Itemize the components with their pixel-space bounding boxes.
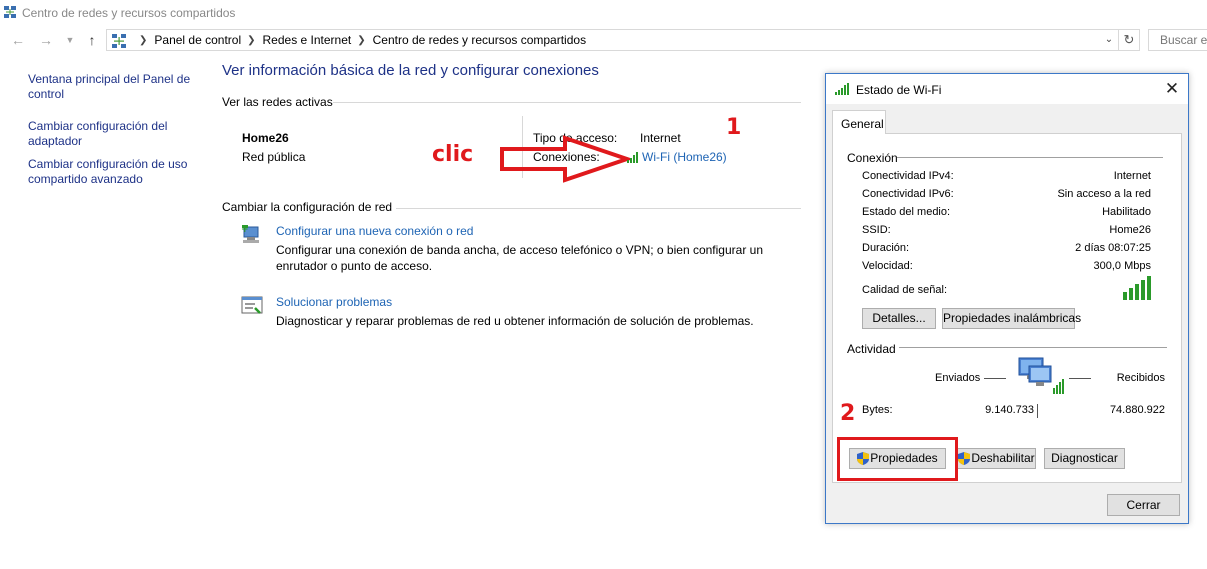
received-label: Recibidos [1116, 372, 1165, 384]
sidebar-item-adapter-settings[interactable]: Cambiar configuración del adaptador [28, 119, 203, 149]
ipv4-value: Internet [1113, 170, 1151, 182]
breadcrumb-item-network-center[interactable]: Centro de redes y recursos compartidos [373, 33, 586, 47]
wifi-connection-link[interactable]: Wi-Fi (Home26) [627, 150, 727, 164]
signal-bars-icon [1123, 276, 1151, 300]
bytes-sent-value: 9.140.733 [985, 404, 1034, 416]
details-button[interactable]: Detalles... [862, 308, 936, 329]
media-state-value: Habilitado [1102, 206, 1151, 218]
page-title: Ver información básica de la red y confi… [222, 62, 599, 79]
tab-general[interactable]: General [832, 110, 886, 134]
divider [333, 102, 801, 103]
network-computers-icon [1018, 357, 1064, 394]
sidebar-item-advanced-sharing[interactable]: Cambiar configuración de uso compartido … [28, 157, 203, 187]
breadcrumb-item-network-internet[interactable]: Redes e Internet [263, 33, 352, 47]
disable-button-label: Deshabilitar [971, 451, 1035, 465]
network-name: Home26 [242, 131, 289, 145]
chevron-right-icon: ❯ [247, 34, 256, 46]
change-settings-label: Cambiar la configuración de red [222, 200, 393, 214]
task-troubleshoot-link[interactable]: Solucionar problemas [276, 295, 392, 309]
connection-group-label: Conexión [847, 151, 898, 165]
task-new-connection-link[interactable]: Configurar una nueva conexión o red [276, 224, 473, 238]
new-connection-icon: + [241, 225, 259, 243]
chevron-right-icon: ❯ [139, 34, 148, 46]
search-input[interactable]: Buscar en [1148, 29, 1207, 51]
chevron-down-icon[interactable]: ▼ [62, 32, 78, 48]
ssid-value: Home26 [1109, 224, 1151, 236]
divider [897, 157, 1163, 158]
close-icon[interactable]: ✕ [1162, 79, 1182, 99]
svg-text:+: + [241, 225, 249, 235]
divider [1037, 404, 1038, 418]
dialog-title: Estado de Wi-Fi [856, 83, 942, 97]
breadcrumb: ❯ Panel de control ❯ Redes e Internet ❯ … [133, 33, 586, 47]
network-center-icon [112, 34, 126, 48]
ssid-label: SSID: [862, 224, 891, 236]
signal-quality-label: Calidad de señal: [862, 284, 948, 296]
window-title: Centro de redes y recursos compartidos [22, 6, 236, 20]
duration-value: 2 días 08:07:25 [1075, 242, 1151, 254]
annotation-step-1: 1 [726, 115, 742, 140]
annotation-highlight-box [837, 437, 958, 481]
annotation-arrow [500, 135, 631, 183]
forward-arrow-icon[interactable]: → [38, 32, 54, 48]
back-arrow-icon[interactable]: ← [10, 32, 26, 48]
divider [1069, 378, 1091, 379]
annotation-clic: clic [432, 142, 474, 167]
chevron-right-icon: ❯ [357, 34, 366, 46]
signal-bars-icon [627, 151, 638, 163]
speed-value: 300,0 Mbps [1093, 260, 1151, 272]
address-dropdown-icon[interactable]: ⌄ [1100, 29, 1118, 51]
divider [396, 208, 801, 209]
window-titlebar: Centro de redes y recursos compartidos [0, 0, 1207, 26]
network-profile[interactable]: Red pública [242, 150, 305, 164]
signal-bars-icon [835, 83, 849, 95]
wireless-properties-button[interactable]: Propiedades inalámbricas [942, 308, 1081, 329]
dialog-titlebar[interactable]: Estado de Wi-Fi ✕ [826, 74, 1188, 104]
divider [984, 378, 1006, 379]
speed-label: Velocidad: [862, 260, 913, 272]
troubleshoot-icon [241, 296, 263, 314]
duration-label: Duración: [862, 242, 910, 254]
activity-group-label: Actividad [847, 342, 896, 356]
bytes-received-value: 74.880.922 [1109, 404, 1165, 416]
disable-button[interactable]: Deshabilitar [957, 448, 1036, 469]
close-button[interactable]: Cerrar [1107, 494, 1180, 516]
ipv6-value: Sin acceso a la red [1057, 188, 1151, 200]
diagnose-button[interactable]: Diagnosticar [1044, 448, 1125, 469]
access-type-value: Internet [640, 131, 681, 145]
tab-pane-general: Conexión Conectividad IPv4: Internet Con… [832, 133, 1182, 483]
up-arrow-icon[interactable]: ↑ [84, 32, 100, 48]
task-new-connection-desc: Configurar una conexión de banda ancha, … [276, 243, 763, 273]
network-center-icon [4, 6, 16, 18]
sent-label: Enviados [935, 372, 981, 384]
wifi-connection-label[interactable]: Wi-Fi (Home26) [642, 150, 727, 164]
breadcrumb-item-control-panel[interactable]: Panel de control [154, 33, 241, 47]
active-networks-label: Ver las redes activas [222, 95, 333, 109]
ipv4-label: Conectividad IPv4: [862, 170, 954, 182]
ipv6-label: Conectividad IPv6: [862, 188, 954, 200]
uac-shield-icon [958, 452, 971, 466]
address-bar[interactable]: ❯ Panel de control ❯ Redes e Internet ❯ … [106, 29, 1118, 51]
divider [899, 347, 1167, 348]
navigation-bar: ← → ▼ ↑ ❯ Panel de control ❯ Redes e Int… [0, 28, 1207, 52]
annotation-step-2: 2 [840, 401, 856, 426]
task-troubleshoot-desc: Diagnosticar y reparar problemas de red … [276, 314, 754, 328]
media-state-label: Estado del medio: [862, 206, 951, 218]
bytes-label: Bytes: [862, 404, 893, 416]
sidebar-item-control-panel-home[interactable]: Ventana principal del Panel de control [28, 72, 203, 102]
refresh-icon[interactable]: ↻ [1118, 29, 1140, 51]
sidebar: Ventana principal del Panel de control C… [28, 72, 203, 204]
